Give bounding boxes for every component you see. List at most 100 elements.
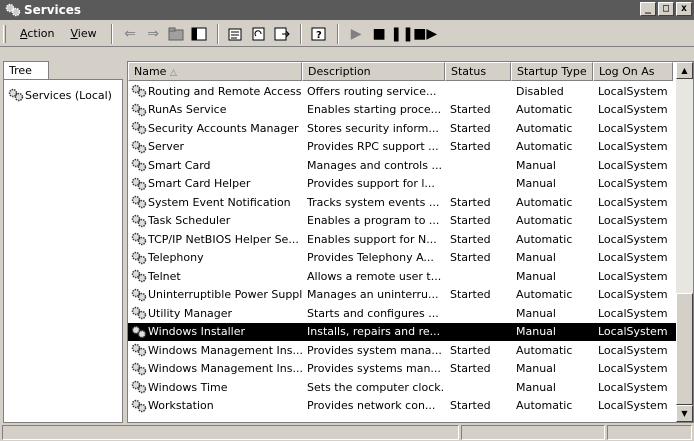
table-row[interactable]: Task Scheduler Enables a program to ... St… — [128, 212, 678, 231]
service-log-on-as: LocalSystem — [598, 380, 668, 394]
service-name: Security Accounts Manager — [128, 121, 302, 135]
scroll-up-button[interactable]: ▲ — [676, 62, 693, 79]
properties-icon[interactable] — [225, 24, 248, 44]
gear-icon — [131, 270, 147, 283]
scroll-down-button[interactable]: ▼ — [676, 405, 693, 422]
table-row[interactable]: Security Accounts Manager Stores security… — [128, 119, 678, 138]
gear-icon — [131, 159, 147, 172]
table-row[interactable]: Telnet Allows a remote user t... Manual Loc… — [128, 267, 678, 286]
service-startup-type: Manual — [516, 269, 556, 283]
status-panel — [607, 425, 692, 440]
column-header-status[interactable]: Status — [445, 62, 511, 81]
show-hide-tree-icon[interactable] — [188, 24, 211, 44]
start-service-icon[interactable]: ▶ — [345, 24, 368, 44]
table-row[interactable]: Smart Card Manages and controls ... Manual… — [128, 156, 678, 175]
service-startup-type: Automatic — [516, 288, 573, 302]
service-description: Provides network con... — [307, 399, 436, 413]
service-description: Sets the computer clock. — [307, 380, 445, 394]
up-folder-icon[interactable] — [165, 24, 188, 44]
toolbar-separator — [299, 23, 302, 44]
table-row[interactable]: Utility Manager Starts and configures ...… — [128, 304, 678, 323]
service-startup-type: Automatic — [516, 232, 573, 246]
menu-view[interactable]: View — [62, 25, 104, 42]
service-name: Task Scheduler — [128, 214, 302, 228]
service-name: Utility Manager — [128, 306, 302, 320]
table-row[interactable]: Telephony Provides Telephony A... Started M… — [128, 249, 678, 268]
tree-item-services-local[interactable]: Services (Local) — [8, 88, 122, 102]
service-startup-type: Manual — [516, 362, 556, 376]
service-description: Allows a remote user t... — [307, 269, 442, 283]
service-description: Offers routing service... — [307, 84, 437, 98]
service-log-on-as: LocalSystem — [598, 251, 668, 265]
table-row[interactable]: Uninterruptible Power Supply Manages an u… — [128, 286, 678, 305]
column-header-description[interactable]: Description — [302, 62, 445, 81]
export-list-icon[interactable] — [271, 24, 294, 44]
service-status: Started — [450, 288, 491, 302]
close-button[interactable]: x — [676, 2, 692, 16]
column-header-startup-type[interactable]: Startup Type — [511, 62, 593, 81]
gear-icon — [131, 140, 147, 153]
table-row[interactable]: Workstation Provides network con... Starte… — [128, 397, 678, 416]
service-log-on-as: LocalSystem — [598, 343, 668, 357]
stop-service-icon[interactable]: ■ — [368, 24, 391, 44]
services-gear-icon — [4, 2, 22, 18]
toolbar-grip[interactable] — [3, 24, 6, 43]
service-status: Started — [450, 232, 491, 246]
gear-icon — [131, 103, 147, 116]
service-name: Windows Time — [128, 380, 302, 394]
column-header-log-on-as[interactable]: Log On As — [593, 62, 673, 81]
service-description: Provides support for l... — [307, 177, 435, 191]
service-log-on-as: LocalSystem — [598, 306, 668, 320]
help-icon[interactable]: ? — [308, 24, 331, 44]
table-row[interactable]: Windows Time Sets the computer clock. Manu… — [128, 378, 678, 397]
svg-text:?: ? — [316, 30, 322, 41]
column-header-name[interactable]: Name △ — [128, 62, 302, 81]
gear-icon — [131, 381, 147, 394]
service-name: System Event Notification — [128, 195, 302, 209]
resume-service-icon[interactable]: ■▶ — [413, 24, 437, 44]
minimize-button[interactable]: _ — [640, 2, 656, 16]
service-log-on-as: LocalSystem — [598, 325, 668, 339]
window-controls: _ □ x — [640, 2, 692, 16]
service-status: Started — [450, 140, 491, 154]
refresh-icon[interactable] — [248, 24, 271, 44]
pause-service-icon[interactable]: ❚❚ — [390, 24, 413, 44]
maximize-button[interactable]: □ — [658, 2, 674, 16]
table-row[interactable]: Routing and Remote Access Offers routing … — [128, 82, 678, 101]
service-log-on-as: LocalSystem — [598, 121, 668, 135]
scroll-thumb[interactable] — [676, 293, 693, 405]
service-startup-type: Manual — [516, 380, 556, 394]
service-status: Started — [450, 214, 491, 228]
table-row[interactable]: Windows Management Ins... Provides system… — [128, 360, 678, 379]
service-name: Telnet — [128, 269, 302, 283]
service-startup-type: Automatic — [516, 343, 573, 357]
service-log-on-as: LocalSystem — [598, 362, 668, 376]
service-description: Enables starting proce... — [307, 103, 442, 117]
service-name: Windows Installer — [128, 325, 302, 339]
menu-action[interactable]: Action — [12, 25, 62, 42]
gear-icon — [131, 233, 147, 246]
services-window: Services _ □ x Action View ⇐ ⇒ ? ▶ ■ ❚❚ … — [0, 0, 694, 441]
service-name: Server — [128, 140, 302, 154]
tab-tree[interactable]: Tree — [3, 61, 49, 80]
service-name: Windows Management Ins... — [128, 343, 302, 357]
service-name: Telephony — [128, 251, 302, 265]
table-row[interactable]: Smart Card Helper Provides support for l.… — [128, 175, 678, 194]
service-name: Windows Management Ins... — [128, 362, 302, 376]
table-row[interactable]: Windows Management Ins... Provides system… — [128, 341, 678, 360]
service-log-on-as: LocalSystem — [598, 140, 668, 154]
toolbar-separator — [336, 23, 339, 44]
table-row[interactable]: Windows Installer Installs, repairs and r… — [128, 322, 678, 341]
table-row[interactable]: RunAs Service Enables starting proce... St… — [128, 101, 678, 120]
table-row[interactable]: System Event Notification Tracks system e… — [128, 193, 678, 212]
back-arrow-icon[interactable]: ⇐ — [119, 24, 142, 44]
vertical-scrollbar[interactable]: ▲ ▼ — [676, 62, 693, 422]
forward-arrow-icon[interactable]: ⇒ — [142, 24, 165, 44]
service-log-on-as: LocalSystem — [598, 103, 668, 117]
sort-ascending-icon: △ — [169, 68, 177, 78]
service-log-on-as: LocalSystem — [598, 84, 668, 98]
table-row[interactable]: Server Provides RPC support ... Started Aut… — [128, 138, 678, 157]
title-bar[interactable]: Services _ □ x — [0, 0, 694, 20]
table-row[interactable]: TCP/IP NetBIOS Helper Se... Enables suppo… — [128, 230, 678, 249]
service-log-on-as: LocalSystem — [598, 195, 668, 209]
